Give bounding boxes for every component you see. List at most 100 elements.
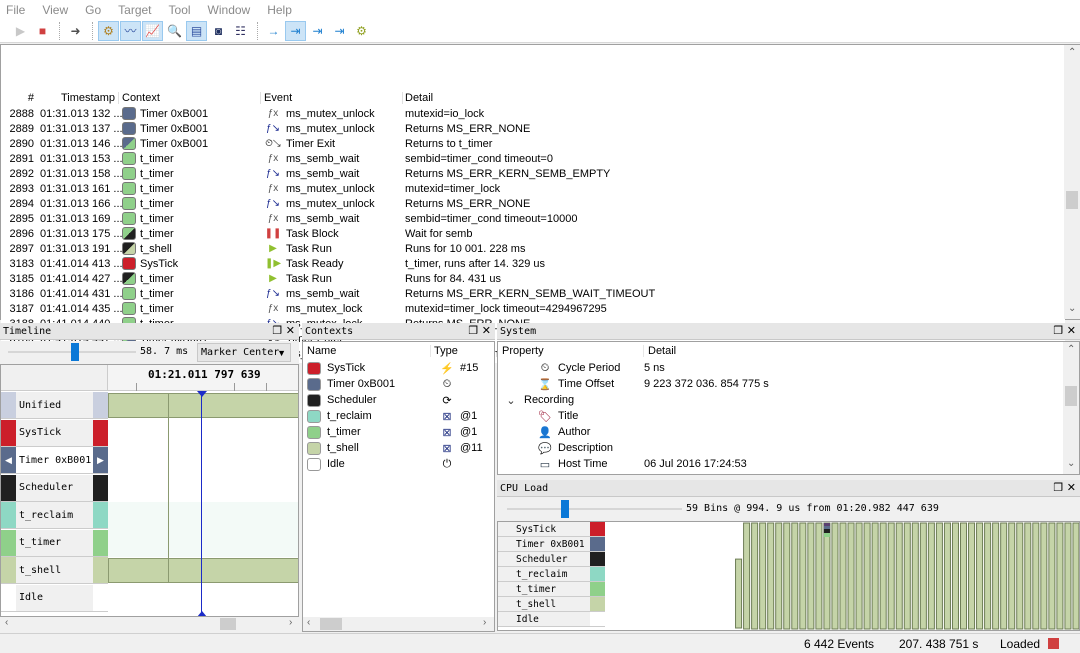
scroll-down-icon[interactable]: ⌄ bbox=[1067, 458, 1075, 469]
event-row[interactable]: 2892 01:31.013 158 ... t_timer ƒ↘ ms_semb_wa… bbox=[1, 166, 1065, 181]
event-row[interactable]: 2894 01:31.013 166 ... t_timer ƒ↘ ms_mutex_u… bbox=[1, 196, 1065, 211]
col-detail[interactable]: Detail bbox=[644, 345, 676, 357]
scroll-right-icon[interactable]: › bbox=[289, 617, 292, 628]
context-row[interactable]: t_timer ⊠ @1 bbox=[303, 424, 494, 440]
event-row[interactable]: 2896 01:31.013 175 ... t_timer ❚❚ Task Block… bbox=[1, 226, 1065, 241]
time-marker-line[interactable] bbox=[201, 391, 202, 616]
col-type[interactable]: Type bbox=[431, 345, 458, 357]
event-row[interactable]: 2889 01:31.013 137 ... Timer 0xB001 ƒ↘ ms_mu… bbox=[1, 121, 1065, 136]
scroll-thumb[interactable] bbox=[1065, 386, 1077, 406]
event-row[interactable]: 2890 01:31.013 146 ... Timer 0xB001 ⏲↘ Timer… bbox=[1, 136, 1065, 151]
timeline-row-unified[interactable]: Unified bbox=[1, 392, 108, 419]
run-button[interactable]: ▶ bbox=[10, 21, 31, 41]
event-row[interactable]: 2891 01:31.013 153 ... t_timer ƒx ms_semb_wa… bbox=[1, 151, 1065, 166]
events-scrollbar[interactable]: ⌃ ⌄ bbox=[1064, 45, 1080, 319]
menu-help[interactable]: Help bbox=[267, 3, 292, 17]
table-view-button[interactable]: ☷ bbox=[230, 21, 251, 41]
scroll-left-icon[interactable]: ‹ bbox=[307, 617, 310, 628]
timeline-row-t-timer[interactable]: t_timer bbox=[1, 529, 108, 557]
scroll-up-icon[interactable]: ⌃ bbox=[1067, 344, 1075, 355]
menu-view[interactable]: View bbox=[42, 3, 68, 17]
timeline-row-idle[interactable]: Idle bbox=[1, 584, 108, 612]
zoom-slider-thumb[interactable] bbox=[70, 343, 79, 361]
system-row-host-time: ▭ Host Time 06 Jul 2016 17:24:53 bbox=[498, 456, 1079, 472]
scroll-right-icon[interactable]: › bbox=[483, 617, 486, 628]
menu-target[interactable]: Target bbox=[118, 3, 151, 17]
float-icon[interactable]: ❐ bbox=[1053, 324, 1063, 337]
context-name: t_timer bbox=[140, 287, 174, 300]
timeline-ruler[interactable]: 01:21.011 797 639 bbox=[108, 365, 298, 391]
menu-go[interactable]: Go bbox=[85, 3, 101, 17]
event-row[interactable]: 2888 01:31.013 132 ... Timer 0xB001 ƒx ms_mu… bbox=[1, 106, 1065, 121]
event-type: ƒx ms_semb_wait bbox=[261, 153, 403, 165]
scroll-thumb[interactable] bbox=[320, 618, 342, 630]
cpu-load-button[interactable]: 📈 bbox=[142, 20, 163, 41]
menu-window[interactable]: Window bbox=[208, 3, 251, 17]
contexts-hscroll[interactable]: ‹ › bbox=[303, 617, 494, 631]
event-row[interactable]: 3186 01:41.014 431 ... t_timer ƒ↘ ms_semb_wa… bbox=[1, 286, 1065, 301]
context-row[interactable]: SysTick ⚡ #15 bbox=[303, 360, 494, 376]
scroll-left-icon[interactable]: ‹ bbox=[5, 617, 8, 628]
system-view-button[interactable]: ⚙ bbox=[98, 20, 119, 41]
marker-mode-select[interactable]: Marker Center ▼ bbox=[197, 343, 291, 362]
close-icon[interactable]: ✕ bbox=[482, 324, 491, 337]
col-num[interactable]: # bbox=[1, 92, 37, 104]
menu-file[interactable]: File bbox=[6, 3, 25, 17]
event-row[interactable]: 3187 01:41.014 435 ... t_timer ƒx ms_mutex_l… bbox=[1, 301, 1065, 316]
float-icon[interactable]: ❐ bbox=[272, 324, 282, 337]
event-row[interactable]: 3185 01:41.014 427 ... t_timer ▶ Task Run Run… bbox=[1, 271, 1065, 286]
col-detail[interactable]: Detail bbox=[403, 92, 1065, 104]
bin-slider-track[interactable] bbox=[507, 508, 682, 510]
step-button[interactable]: ➜ bbox=[65, 21, 86, 41]
context-row[interactable]: Idle ⏻ bbox=[303, 456, 494, 472]
scroll-thumb[interactable] bbox=[1066, 191, 1078, 209]
event-row[interactable]: 3183 01:41.014 413 ... SysTick ❚▶ Task Ready… bbox=[1, 256, 1065, 271]
timeline-row-systick[interactable]: SysTick bbox=[1, 419, 108, 447]
scroll-down-icon[interactable]: ⌄ bbox=[1068, 303, 1076, 314]
expand-right-icon[interactable]: ▶ bbox=[93, 447, 108, 473]
close-icon[interactable]: ✕ bbox=[286, 324, 295, 337]
float-icon[interactable]: ❐ bbox=[1053, 481, 1063, 494]
search-view-button[interactable]: 🔍 bbox=[164, 21, 185, 41]
timeline-hscroll[interactable]: ‹ › bbox=[0, 617, 299, 631]
context-color-swatch bbox=[122, 197, 136, 210]
context-row[interactable]: Timer 0xB001 ⏲ bbox=[303, 376, 494, 392]
close-icon[interactable]: ✕ bbox=[1067, 324, 1076, 337]
bin-slider-thumb[interactable] bbox=[560, 500, 569, 518]
expand-icon[interactable]: ⌄ bbox=[502, 394, 520, 407]
timeline-row-t-shell[interactable]: t_shell bbox=[1, 557, 108, 584]
col-name[interactable]: Name bbox=[303, 345, 431, 357]
goto-event-button[interactable]: ⇥ bbox=[285, 20, 306, 41]
goto-context-button[interactable]: ⇥ bbox=[307, 21, 328, 41]
event-row[interactable]: 2893 01:31.013 161 ... t_timer ƒx ms_mutex_u… bbox=[1, 181, 1065, 196]
menu-tool[interactable]: Tool bbox=[169, 3, 191, 17]
scroll-thumb[interactable] bbox=[220, 618, 236, 630]
goto-system-button[interactable]: ⚙ bbox=[351, 21, 372, 41]
t-shell-activity-bar[interactable] bbox=[108, 558, 298, 583]
scroll-up-icon[interactable]: ⌃ bbox=[1068, 47, 1076, 58]
context-row[interactable]: t_reclaim ⊠ @1 bbox=[303, 408, 494, 424]
timeline-row-timer-0xb001[interactable]: ◀ Timer 0xB001 ▶ bbox=[1, 447, 108, 474]
event-row[interactable]: 2897 01:31.013 191 ... t_shell ▶ Task Run Run… bbox=[1, 241, 1065, 256]
expand-left-icon[interactable]: ◀ bbox=[1, 447, 16, 473]
timeline-view-button[interactable]: 〰 bbox=[120, 20, 141, 41]
col-property[interactable]: Property bbox=[498, 345, 644, 357]
col-event[interactable]: Event bbox=[261, 91, 403, 104]
contexts-view-button[interactable]: ◙ bbox=[208, 21, 229, 41]
goto-end-button[interactable]: ⇥ bbox=[329, 21, 350, 41]
col-timestamp[interactable]: Timestamp bbox=[37, 91, 119, 104]
timeline-row-scheduler[interactable]: Scheduler bbox=[1, 474, 108, 502]
goto-next-button[interactable]: → bbox=[263, 21, 284, 41]
events-view-button[interactable]: ▤ bbox=[186, 20, 207, 41]
float-icon[interactable]: ❐ bbox=[468, 324, 478, 337]
stop-button[interactable]: ■ bbox=[32, 21, 53, 41]
event-row[interactable]: 2895 01:31.013 169 ... t_timer ƒx ms_semb_wa… bbox=[1, 211, 1065, 226]
col-context[interactable]: Context bbox=[119, 91, 261, 104]
context-row[interactable]: t_shell ⊠ @11 bbox=[303, 440, 494, 456]
close-icon[interactable]: ✕ bbox=[1067, 481, 1076, 494]
system-scrollbar[interactable]: ⌃ ⌄ bbox=[1063, 342, 1079, 474]
context-color-swatch bbox=[122, 167, 136, 180]
timeline-row-t-reclaim[interactable]: t_reclaim bbox=[1, 502, 108, 529]
context-row[interactable]: Scheduler ⟳ bbox=[303, 392, 494, 408]
system-row-recording[interactable]: ⌄ Recording bbox=[498, 392, 1079, 408]
